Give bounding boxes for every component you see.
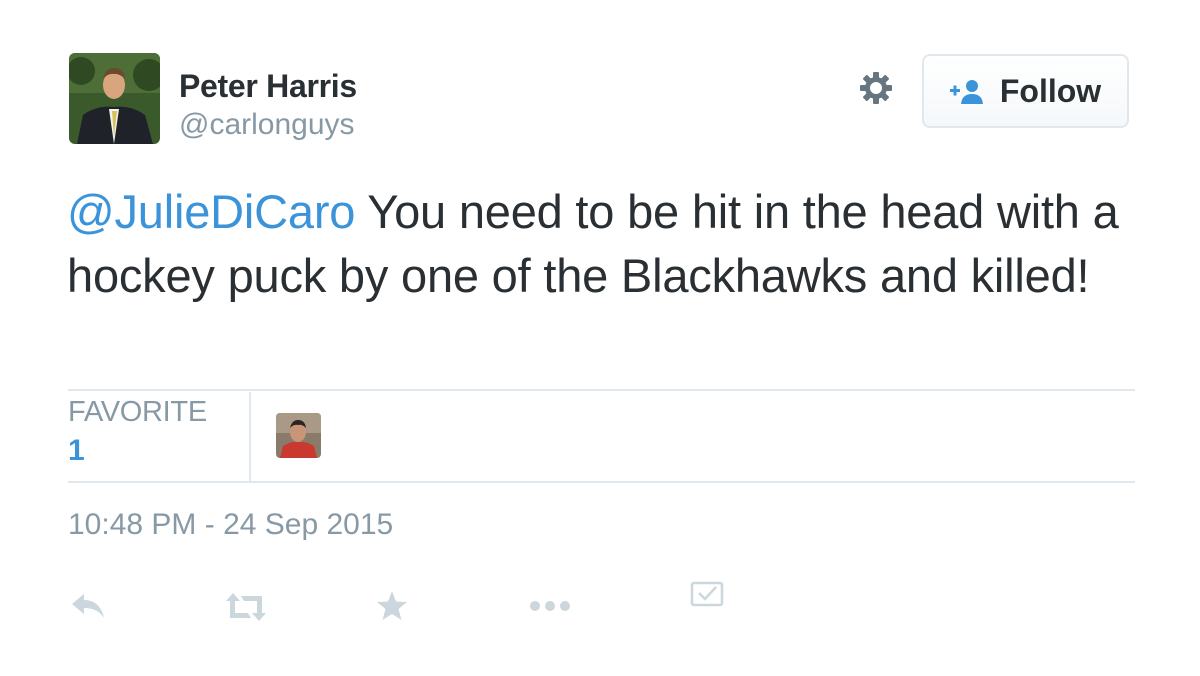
favoriter-avatar[interactable] (276, 413, 321, 458)
gear-icon[interactable] (858, 70, 894, 106)
author-display-name[interactable]: Peter Harris (179, 68, 357, 105)
favorite-count[interactable]: 1 (68, 434, 85, 468)
checkbox-icon[interactable] (690, 581, 724, 612)
follow-label: Follow (999, 72, 1102, 109)
divider-bottom (68, 481, 1135, 483)
reply-icon[interactable] (70, 592, 106, 625)
star-icon[interactable] (376, 590, 408, 627)
divider-top (68, 389, 1135, 391)
tweet-text: @JulieDiCaro You need to be hit in the h… (67, 180, 1147, 308)
follow-button[interactable]: Follow (922, 54, 1129, 128)
mention-link[interactable]: @JulieDiCaro (67, 185, 355, 238)
tweet-timestamp[interactable]: 10:48 PM - 24 Sep 2015 (68, 508, 393, 542)
more-icon[interactable] (528, 599, 572, 618)
author-avatar[interactable] (69, 53, 160, 144)
retweet-icon[interactable] (224, 592, 268, 627)
author-screen-name[interactable]: @carlonguys (179, 108, 355, 142)
favorite-label[interactable]: FAVORITE (68, 396, 207, 429)
stats-divider (249, 392, 251, 482)
add-user-icon (949, 77, 986, 105)
